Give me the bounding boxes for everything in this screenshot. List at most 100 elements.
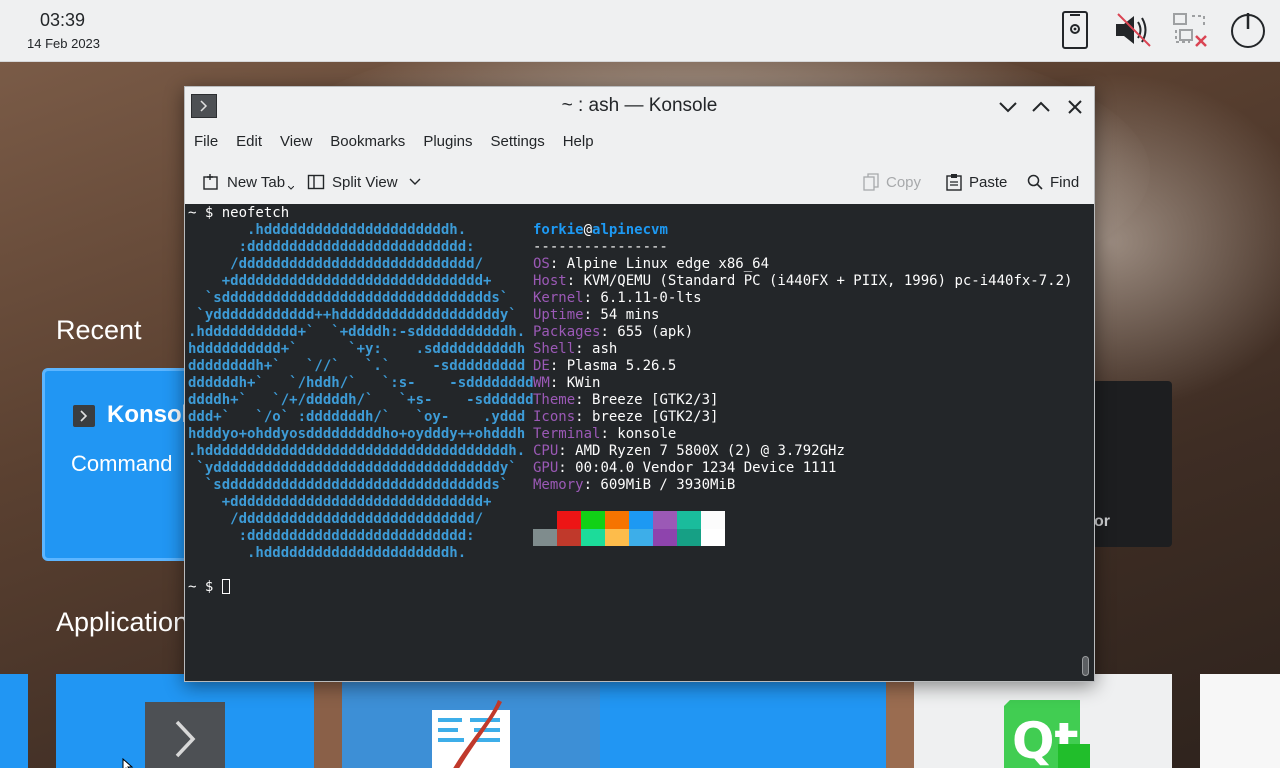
info-value: : 609MiB / 3930MiB bbox=[583, 477, 736, 493]
info-key: Memory bbox=[533, 477, 584, 493]
close-icon bbox=[1068, 100, 1082, 114]
info-key: Uptime bbox=[533, 307, 584, 323]
app-tile-partial-left[interactable] bbox=[0, 674, 28, 768]
chevron-down-icon bbox=[999, 102, 1017, 113]
info-key: Theme bbox=[533, 392, 576, 408]
menu-help[interactable]: Help bbox=[554, 129, 603, 155]
ascii-logo-line: /dddddddddddddddddddddddddddd/ bbox=[188, 256, 484, 272]
info-value: : breeze [GTK2/3] bbox=[575, 409, 719, 425]
info-row: Theme: Breeze [GTK2/3] bbox=[533, 392, 718, 409]
minimize-button[interactable] bbox=[995, 94, 1021, 120]
ascii-logo-line: :dddddddddddddddddddddddddd: bbox=[188, 528, 475, 544]
power-icon[interactable] bbox=[1228, 10, 1268, 50]
find-button[interactable]: Find bbox=[1027, 169, 1079, 195]
at-sign: @ bbox=[583, 222, 593, 238]
copy-button[interactable]: Copy bbox=[863, 169, 921, 195]
ascii-logo-line: :dddddddddddddddddddddddddd: bbox=[188, 239, 475, 255]
recent-konsole-card[interactable]: Konsole Command bbox=[42, 368, 202, 561]
phone-settings-icon[interactable] bbox=[1055, 10, 1095, 50]
scrollbar-handle[interactable] bbox=[1082, 656, 1089, 676]
app-tile-konsole[interactable] bbox=[56, 674, 314, 768]
swatch-bottom bbox=[677, 528, 701, 546]
applications-section-label: Applications bbox=[56, 607, 202, 637]
app-tile-editor[interactable] bbox=[342, 674, 600, 768]
info-value: : Plasma 5.26.5 bbox=[549, 358, 677, 374]
swatch-top bbox=[629, 511, 653, 529]
ascii-logo-line: `sdddddddddddddddddddddddddddddddds` bbox=[188, 477, 509, 493]
info-row: Icons: breeze [GTK2/3] bbox=[533, 409, 718, 426]
close-button[interactable] bbox=[1062, 94, 1088, 120]
menu-settings[interactable]: Settings bbox=[482, 129, 554, 155]
app-tile-qt[interactable]: Qt bbox=[914, 674, 1172, 768]
separator-line: ---------------- bbox=[533, 239, 668, 255]
maximize-button[interactable] bbox=[1028, 94, 1054, 120]
app-tile-gap bbox=[314, 674, 342, 768]
toolbar: New Tab Split View Copy Paste Find bbox=[185, 165, 1094, 199]
split-view-button[interactable]: Split View bbox=[307, 169, 428, 195]
ascii-logo-line: `sdddddddddddddddddddddddddddddddds` bbox=[188, 290, 509, 306]
swatch-bottom bbox=[701, 528, 725, 546]
info-value: : 54 mins bbox=[583, 307, 660, 323]
split-view-icon bbox=[307, 174, 325, 190]
ascii-logo-line: `yddddddddddddddddddddddddddddddddddy` bbox=[188, 460, 517, 476]
info-value: : KVM/QEMU (Standard PC (i440FX + PIIX, … bbox=[566, 273, 1073, 289]
info-key: Kernel bbox=[533, 290, 584, 306]
network-disconnected-icon[interactable] bbox=[1170, 10, 1210, 50]
info-key: Host bbox=[533, 273, 567, 289]
info-row: DE: Plasma 5.26.5 bbox=[533, 358, 676, 375]
swatch-top bbox=[653, 511, 677, 529]
color-swatch bbox=[629, 511, 653, 546]
app-tile-blue[interactable] bbox=[628, 674, 886, 768]
window-title: ~ : ash — Konsole bbox=[561, 95, 718, 116]
text-cursor bbox=[221, 579, 230, 594]
paste-button[interactable]: Paste bbox=[946, 169, 1007, 195]
info-row: Terminal: konsole bbox=[533, 426, 676, 443]
info-row: Shell: ash bbox=[533, 341, 617, 358]
konsole-icon bbox=[73, 405, 95, 427]
new-tab-button[interactable]: New Tab bbox=[202, 169, 295, 195]
swatch-bottom bbox=[629, 528, 653, 546]
ascii-logo-line: .hddddddddddddddddddddddddddddddddddddh. bbox=[188, 443, 526, 459]
info-row: GPU: 00:04.0 Vendor 1234 Device 1111 bbox=[533, 460, 836, 477]
ascii-logo-line: `ydddddddddddd++hdddddddddddddddddddy` bbox=[188, 307, 517, 323]
window-titlebar[interactable]: ~ : ash — Konsole bbox=[185, 87, 1094, 125]
clock-date[interactable]: 14 Feb 2023 bbox=[27, 36, 100, 51]
info-row: Host: KVM/QEMU (Standard PC (i440FX + PI… bbox=[533, 273, 1072, 290]
chevron-down-icon bbox=[409, 178, 421, 185]
info-key: Icons bbox=[533, 409, 576, 425]
ascii-logo-line: +dddddddddddddddddddddddddddddd+ bbox=[188, 273, 492, 289]
menu-file[interactable]: File bbox=[185, 129, 227, 155]
menu-view[interactable]: View bbox=[271, 129, 321, 155]
app-tile-partial-right[interactable] bbox=[1200, 674, 1280, 768]
info-value: : 655 (apk) bbox=[600, 324, 694, 340]
menu-edit[interactable]: Edit bbox=[227, 129, 271, 155]
ascii-logo-line: ddd+` `/o` :dddddddh/` `oy- .yddd bbox=[188, 409, 526, 425]
info-row: Memory: 609MiB / 3930MiB bbox=[533, 477, 735, 494]
info-value: : ash bbox=[575, 341, 618, 357]
color-swatch bbox=[581, 511, 605, 546]
info-key: Packages bbox=[533, 324, 601, 340]
ascii-logo-line: .hddddddddddddddddddddddh. bbox=[188, 222, 467, 238]
konsole-window: ~ : ash — Konsole File Edit View Bookmar… bbox=[184, 86, 1095, 682]
split-view-label: Split View bbox=[332, 173, 398, 191]
info-row: Kernel: 6.1.11-0-lts bbox=[533, 290, 702, 307]
info-key: WM bbox=[533, 375, 550, 391]
swatch-top bbox=[605, 511, 629, 529]
audio-muted-icon[interactable] bbox=[1112, 10, 1152, 50]
swatch-top bbox=[701, 511, 725, 529]
mouse-cursor-icon bbox=[122, 758, 134, 768]
info-row: Uptime: 54 mins bbox=[533, 307, 659, 324]
recent-card-dark[interactable]: or bbox=[1092, 381, 1172, 547]
menu-plugins[interactable]: Plugins bbox=[414, 129, 481, 155]
info-value: : KWin bbox=[549, 375, 601, 391]
info-value: : 6.1.11-0-lts bbox=[583, 290, 702, 306]
paste-icon bbox=[946, 174, 962, 191]
new-tab-label: New Tab bbox=[227, 173, 286, 191]
swatch-bottom bbox=[653, 528, 677, 546]
menu-bookmarks[interactable]: Bookmarks bbox=[321, 129, 414, 155]
color-swatch bbox=[605, 511, 629, 546]
info-key: OS bbox=[533, 256, 550, 272]
terminal-view[interactable]: ~ $ neofetch .hddddddddddddddddddddddh. … bbox=[185, 204, 1094, 681]
info-value: : Alpine Linux edge x86_64 bbox=[549, 256, 770, 272]
clock-time[interactable]: 03:39 bbox=[40, 10, 85, 31]
